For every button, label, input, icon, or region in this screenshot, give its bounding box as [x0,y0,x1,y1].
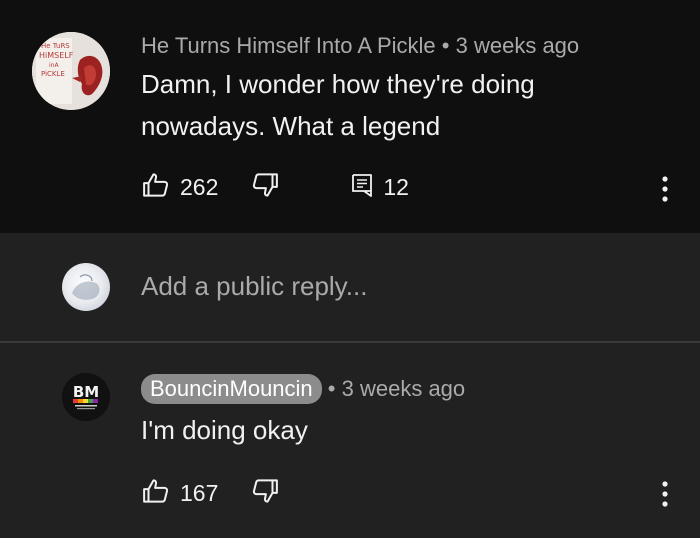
user-avatar [62,263,110,311]
like-count: 262 [180,173,219,200]
meta-separator: • [327,376,336,401]
comment-text: Damn, I wonder how they're doing nowaday… [141,63,535,147]
reply-actions: 167 [141,476,280,510]
like-count: 167 [180,479,219,506]
more-vertical-icon[interactable] [661,175,669,203]
reply-comment: BM BouncinMouncin • 3 weeks ago I'm doin… [0,343,700,538]
top-comment: He TuRS HiMSELF inA PiCKLE He Turns Hims… [0,0,700,233]
reply-text: I'm doing okay [141,415,308,445]
comment-text-line: nowadays. What a legend [141,111,441,141]
thumbs-down-icon[interactable] [250,170,280,205]
comment-meta: He Turns Himself Into A Pickle • 3 weeks… [141,33,579,59]
svg-text:inA: inA [49,62,59,69]
comment-actions: 262 12 [141,170,409,204]
author-avatar[interactable]: He TuRS HiMSELF inA PiCKLE [32,32,110,110]
user-avatar-image [72,274,100,300]
svg-text:PiCKLE: PiCKLE [41,70,65,78]
thumbs-down-icon[interactable] [250,476,280,511]
reply-author-avatar[interactable]: BM [62,373,110,421]
thumbs-up-icon[interactable] [141,170,171,205]
pickle-avatar-image: He TuRS HiMSELF inA PiCKLE [32,32,110,110]
reply-author-chip[interactable]: BouncinMouncin [141,374,322,404]
more-vertical-icon[interactable] [661,480,669,508]
comment-thread: He TuRS HiMSELF inA PiCKLE He Turns Hims… [0,0,700,538]
reply-time[interactable]: 3 weeks ago [342,376,466,401]
author-name[interactable]: He Turns Himself Into A Pickle [141,33,436,58]
reply-box: Add a public reply... [0,233,700,342]
reply-count: 12 [383,173,409,200]
bm-logo: BM [62,373,110,421]
svg-text:HiMSELF: HiMSELF [39,51,74,60]
svg-text:He TuRS: He TuRS [41,42,70,50]
meta-separator: • [441,33,450,58]
reply-meta: BouncinMouncin • 3 weeks ago [141,374,465,404]
svg-text:BM: BM [73,383,99,401]
comment-time[interactable]: 3 weeks ago [456,33,580,58]
comment-reply-icon[interactable] [350,172,374,203]
comment-text-line: Damn, I wonder how they're doing [141,69,535,99]
thumbs-up-icon[interactable] [141,476,171,511]
reply-input[interactable]: Add a public reply... [141,271,367,302]
